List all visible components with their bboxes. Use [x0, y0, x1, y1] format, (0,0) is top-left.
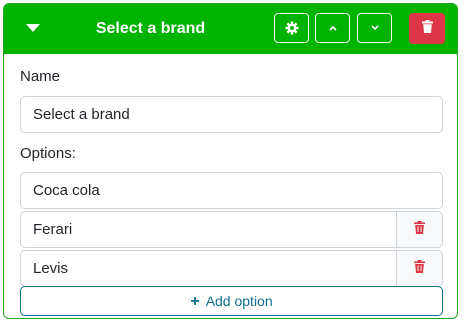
- option-input[interactable]: Coca cola: [20, 172, 443, 209]
- add-option-button[interactable]: + Add option: [20, 286, 443, 316]
- option-row: Levis: [20, 250, 443, 287]
- option-row: Ferari: [20, 211, 443, 248]
- trash-icon: [421, 19, 433, 38]
- option-input[interactable]: Ferari: [33, 212, 72, 247]
- trash-icon: [414, 220, 425, 239]
- delete-option-button[interactable]: [396, 212, 442, 247]
- card-title: Select a brand: [95, 20, 206, 37]
- name-input[interactable]: Select a brand: [20, 96, 443, 133]
- trash-icon: [414, 259, 425, 278]
- options-label: Options:: [20, 145, 76, 162]
- chevron-down-icon: [370, 24, 380, 32]
- card-header[interactable]: Select a brand: [4, 4, 457, 54]
- delete-option-button[interactable]: [396, 251, 442, 286]
- chevron-up-icon: [328, 24, 338, 32]
- caret-down-icon[interactable]: [26, 24, 40, 32]
- delete-field-button[interactable]: [409, 13, 445, 44]
- settings-button[interactable]: [274, 13, 309, 43]
- dropdown-field-card: Select a brand Name Select a brand Optio…: [3, 3, 458, 319]
- move-down-button[interactable]: [357, 13, 392, 43]
- move-up-button[interactable]: [315, 13, 350, 43]
- plus-icon: +: [190, 293, 200, 310]
- option-input[interactable]: Levis: [33, 251, 68, 286]
- add-option-label: Add option: [205, 293, 273, 309]
- name-label: Name: [20, 68, 61, 85]
- gear-icon: [284, 21, 299, 35]
